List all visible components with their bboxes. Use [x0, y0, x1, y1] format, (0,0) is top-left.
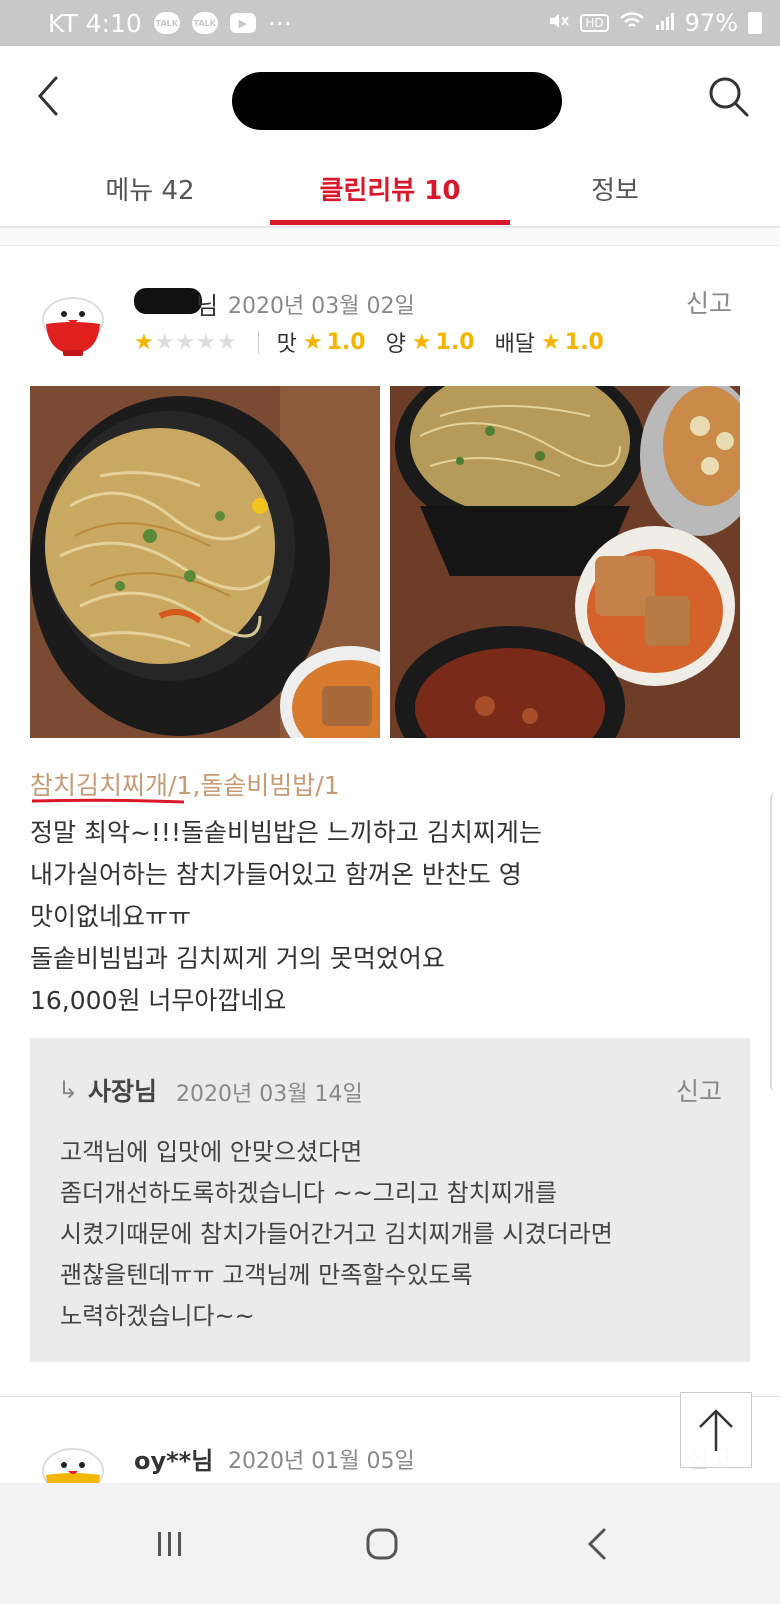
home-icon [366, 1528, 398, 1560]
recent-apps-button[interactable] [145, 1521, 195, 1567]
back-button[interactable] [30, 74, 70, 118]
home-button[interactable] [357, 1521, 407, 1567]
review-line: 돌솥비빔빕과 김치찌게 거의 못먹었어요 [30, 944, 445, 973]
score-value: 1.0 [326, 329, 366, 355]
review-photo-bibimbap[interactable] [30, 386, 380, 738]
section-gap [0, 228, 780, 246]
app-header [0, 46, 780, 146]
mute-icon [548, 9, 570, 37]
talk-icon: TALK [153, 12, 180, 34]
rice-bowl-avatar-icon [42, 297, 104, 356]
tab-menu[interactable]: 메뉴 42 [60, 170, 240, 207]
reply-text: 고객님에 입맛에 안맞으셨다면 좀더개선하도록하겠습니다 ~~그리고 참치찌개를… [60, 1132, 730, 1337]
hd-icon: HD [580, 14, 609, 32]
review-text: 정말 최악~!!!돌솥비빔밥은 느끼하고 김치찌게는 내가실어하는 참치가들어있… [30, 812, 750, 1022]
report-button[interactable]: 신고 [686, 284, 732, 320]
divider [257, 331, 259, 353]
tab-clean-review[interactable]: 클린리뷰 10 [270, 170, 510, 207]
reply-line: 고객님에 입맛에 안맞으셨다면 [60, 1138, 363, 1166]
score-label: 양 [385, 332, 406, 357]
chevron-left-icon [37, 76, 58, 116]
scroll-to-top-button[interactable] [680, 1392, 752, 1468]
more-dots-icon: ··· [267, 8, 292, 38]
active-tab-indicator [270, 220, 510, 225]
reply-report-button[interactable]: 신고 [676, 1072, 722, 1108]
status-bar: KT 4:10 TALK TALK ▶ ··· HD 97% [0, 0, 780, 46]
reply-line: 시켰기때문에 참치가들어간거고 김치찌개를 시겼더라면 [60, 1220, 613, 1248]
review-date: 2020년 03월 02일 [228, 294, 415, 319]
review-line: 맛이없네요ㅠㅠ [30, 902, 192, 931]
review-line: 내가실어하는 참치가들어있고 함꺼온 반찬도 영 [30, 860, 522, 889]
carrier-time: KT 4:10 [48, 8, 142, 38]
search-icon [709, 77, 749, 117]
author-name-redacted [134, 288, 202, 314]
tab-bar: 메뉴 42 클린리뷰 10 정보 [0, 146, 780, 228]
reply-date: 2020년 03월 14일 [176, 1082, 363, 1107]
star-icon: ★ [411, 329, 432, 355]
play-icon: ▶ [229, 13, 256, 33]
store-title-redacted [232, 72, 562, 130]
score-value: 1.0 [435, 329, 475, 355]
red-underline-marking [31, 798, 185, 804]
author-suffix: 님 [196, 292, 219, 320]
signal-icon [655, 9, 675, 37]
scroll-edge [770, 792, 780, 1092]
review-item: oy**님 2020년 01월 05일 신고 [0, 1397, 780, 1483]
review-line: 정말 최악~!!!돌솥비빔밥은 느끼하고 김치찌게는 [30, 818, 542, 847]
talk-icon: TALK [191, 12, 218, 34]
system-navigation-bar [0, 1483, 780, 1604]
star-icon: ★ [302, 329, 323, 355]
owner-reply: ↳ 사장님 2020년 03월 14일 신고 고객님에 입맛에 안맞으셨다면 좀… [30, 1038, 750, 1362]
score-label: 맛 [276, 332, 297, 357]
score-delivery: 배달 ★ 1.0 [495, 326, 604, 358]
rating-row: ★★★★★ 맛 ★ 1.0 양 ★ 1.0 배달 ★ 1.0 [134, 326, 624, 358]
review-line: 16,000원 너무아깝네요 [30, 986, 287, 1015]
reply-line: 좀더개선하도록하겠습니다 ~~그리고 참치찌개를 [60, 1179, 558, 1207]
back-nav-button[interactable] [572, 1521, 622, 1567]
ordered-menu-tags: 참치김치찌개/1,돌솥비빔밥/1 [30, 771, 340, 800]
reply-arrow-icon: ↳ [58, 1076, 79, 1104]
score-quantity: 양 ★ 1.0 [386, 326, 475, 358]
battery-icon [748, 12, 762, 34]
recent-apps-icon [158, 1532, 181, 1556]
reply-author: 사장님 [88, 1077, 158, 1106]
score-taste: 맛 ★ 1.0 [277, 326, 366, 358]
author-name: oy**님 [134, 1447, 214, 1475]
chevron-left-icon [587, 1528, 606, 1560]
arrow-up-icon [699, 1409, 733, 1451]
score-label: 배달 [494, 332, 536, 357]
reply-line: 노력하겠습니다~~ [60, 1302, 255, 1330]
rice-bowl-avatar-icon [42, 1448, 104, 1483]
star-icon: ★ [541, 329, 561, 355]
review-date: 2020년 01월 05일 [228, 1449, 415, 1474]
tab-info[interactable]: 정보 [540, 170, 690, 207]
star-rating: ★★★★★ [134, 329, 238, 355]
score-value: 1.0 [564, 329, 604, 355]
review-photo-table[interactable] [390, 386, 740, 738]
reply-line: 괜찮을텐데ㅠㅠ 고객님께 만족할수있도록 [60, 1261, 473, 1289]
search-button[interactable] [706, 74, 750, 118]
battery-percent: 97% [684, 9, 738, 37]
wifi-icon [619, 9, 645, 37]
